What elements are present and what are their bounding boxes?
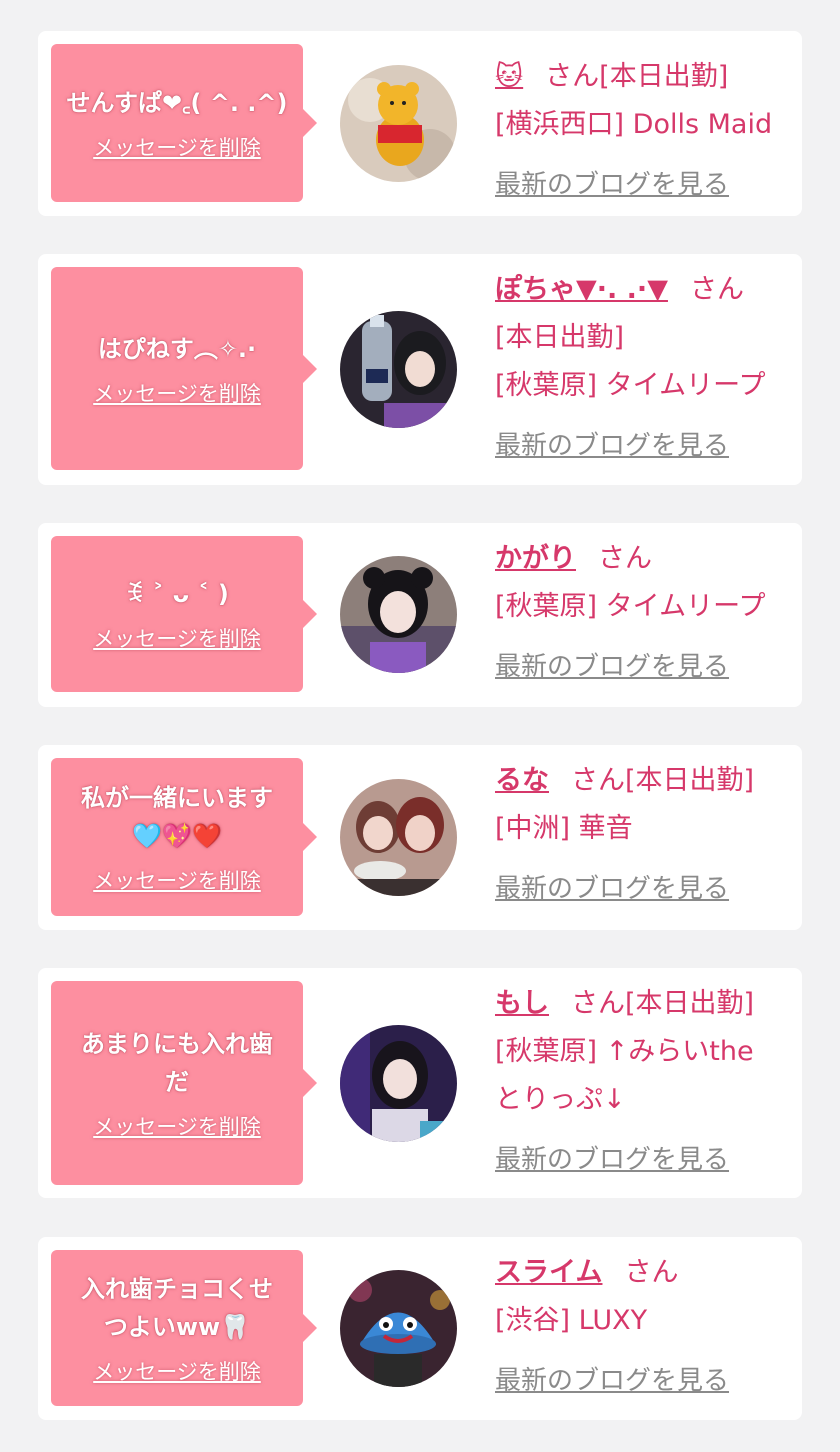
shop-name: [秋葉原] ↑みらいthe とりっぷ↓ bbox=[495, 1036, 754, 1115]
delete-message-link[interactable]: メッセージを削除 bbox=[93, 378, 261, 408]
latest-blog-link[interactable]: 最新のブログを見る bbox=[495, 865, 729, 913]
message-card: あまりにも入れ歯 だ メッセージを削除 もし さん[本日出勤] [秋葉原] ↑みら… bbox=[38, 968, 802, 1198]
honorific: さん bbox=[624, 1257, 679, 1288]
message-card: はぴねす︵✧.· メッセージを削除 ぽちゃ▼·. .·▼ さん [本日出勤] [秋… bbox=[38, 254, 802, 485]
latest-blog-link[interactable]: 最新のブログを見る bbox=[495, 643, 729, 691]
profile-info: 🐱 さん[本日出勤] [横浜西口] Dolls Maid 最新のブログを見る bbox=[495, 53, 788, 209]
profile-info: ぽちゃ▼·. .·▼ さん [本日出勤] [秋葉原] タイムリープ 最新のブログを… bbox=[495, 266, 788, 470]
avatar[interactable] bbox=[340, 1025, 457, 1142]
honorific: さん bbox=[689, 274, 744, 305]
profile-name-link[interactable]: るな bbox=[495, 765, 549, 796]
work-status: [本日出勤] bbox=[495, 322, 625, 353]
message-bubble: 入れ歯チョコくせ つよいww🦷 メッセージを削除 bbox=[51, 1250, 317, 1406]
delete-message-link[interactable]: メッセージを削除 bbox=[93, 865, 261, 895]
message-text: 入れ歯チョコくせ つよいww🦷 bbox=[81, 1275, 273, 1341]
shop-name: [秋葉原] タイムリープ bbox=[495, 591, 766, 622]
message-card: せんすぱ❤︎꜀( ^. .^) メッセージを削除 🐱 さん[本日出勤] [横浜西口… bbox=[38, 31, 802, 216]
profile-name-link[interactable]: 🐱 bbox=[495, 61, 523, 92]
message-card: ꉂ ˃ ᴗ ˂ ) メッセージを削除 かがり さん [秋葉原] タイムリープ 最新… bbox=[38, 523, 802, 707]
avatar[interactable] bbox=[340, 556, 457, 673]
avatar[interactable] bbox=[340, 311, 457, 428]
message-text: はぴねす︵✧.· bbox=[97, 334, 257, 363]
message-card: 私が一緒にいます 🩵💖❤️ メッセージを削除 るな さん[本日出勤] [中洲] 華… bbox=[38, 745, 802, 930]
latest-blog-link[interactable]: 最新のブログを見る bbox=[495, 161, 729, 209]
shop-name: [秋葉原] タイムリープ bbox=[495, 370, 766, 401]
avatar[interactable] bbox=[340, 65, 457, 182]
delete-message-link[interactable]: メッセージを削除 bbox=[93, 1111, 261, 1141]
message-bubble: あまりにも入れ歯 だ メッセージを削除 bbox=[51, 981, 317, 1185]
work-status: [本日出勤] bbox=[625, 988, 755, 1019]
honorific: さん bbox=[571, 988, 625, 1019]
message-card: 入れ歯チョコくせ つよいww🦷 メッセージを削除 スライム さん [渋谷] LUX… bbox=[38, 1237, 802, 1420]
latest-blog-link[interactable]: 最新のブログを見る bbox=[495, 422, 729, 470]
delete-message-link[interactable]: メッセージを削除 bbox=[93, 1356, 261, 1386]
profile-name-link[interactable]: スライム bbox=[495, 1257, 602, 1288]
honorific: さん bbox=[571, 765, 625, 796]
profile-name-link[interactable]: かがり bbox=[495, 543, 576, 574]
message-text: あまりにも入れ歯 だ bbox=[81, 1030, 273, 1096]
avatar[interactable] bbox=[340, 779, 457, 896]
message-text: せんすぱ❤︎꜀( ^. .^) bbox=[66, 89, 288, 117]
delete-message-link[interactable]: メッセージを削除 bbox=[93, 623, 261, 653]
shop-name: [渋谷] LUXY bbox=[495, 1305, 648, 1336]
profile-name-link[interactable]: もし bbox=[495, 988, 549, 1019]
honorific: さん bbox=[598, 543, 652, 574]
message-bubble: ꉂ ˃ ᴗ ˂ ) メッセージを削除 bbox=[51, 536, 317, 692]
latest-blog-link[interactable]: 最新のブログを見る bbox=[495, 1136, 729, 1184]
delete-message-link[interactable]: メッセージを削除 bbox=[93, 132, 261, 162]
message-text: ꉂ ˃ ᴗ ˂ ) bbox=[125, 580, 229, 608]
message-bubble: はぴねす︵✧.· メッセージを削除 bbox=[51, 267, 317, 470]
profile-info: るな さん[本日出勤] [中洲] 華音 最新のブログを見る bbox=[495, 757, 788, 913]
profile-info: かがり さん [秋葉原] タイムリープ 最新のブログを見る bbox=[495, 535, 788, 691]
work-status: [本日出勤] bbox=[625, 765, 755, 796]
profile-info: スライム さん [渋谷] LUXY 最新のブログを見る bbox=[495, 1249, 788, 1405]
message-text: 私が一緒にいます 🩵💖❤️ bbox=[81, 784, 273, 850]
profile-info: もし さん[本日出勤] [秋葉原] ↑みらいthe とりっぷ↓ 最新のブログを見る bbox=[495, 980, 788, 1184]
work-status: [本日出勤] bbox=[599, 61, 729, 92]
honorific: さん bbox=[545, 61, 600, 92]
message-bubble: せんすぱ❤︎꜀( ^. .^) メッセージを削除 bbox=[51, 44, 317, 202]
latest-blog-link[interactable]: 最新のブログを見る bbox=[495, 1357, 729, 1405]
profile-name-link[interactable]: ぽちゃ▼·. .·▼ bbox=[495, 274, 668, 305]
shop-name: [横浜西口] Dolls Maid bbox=[495, 109, 773, 140]
avatar[interactable] bbox=[340, 1270, 457, 1387]
shop-name: [中洲] 華音 bbox=[495, 813, 633, 844]
message-bubble: 私が一緒にいます 🩵💖❤️ メッセージを削除 bbox=[51, 758, 317, 916]
